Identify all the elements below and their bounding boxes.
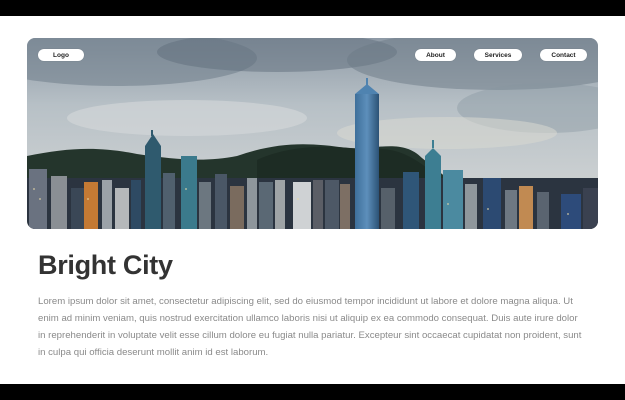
body-paragraph: Lorem ipsum dolor sit amet, consectetur …	[38, 296, 582, 358]
nav-about-button[interactable]: About	[415, 49, 456, 61]
hero-banner: Logo About Services Contact	[27, 38, 598, 229]
page-title: Bright City	[38, 250, 173, 280]
nav-contact-button[interactable]: Contact	[540, 49, 587, 61]
nav-services-button[interactable]: Services	[474, 49, 522, 61]
logo[interactable]: Logo	[38, 49, 84, 61]
city-skyline-image	[27, 38, 598, 229]
page: Logo About Services Contact Bright City …	[0, 16, 625, 384]
